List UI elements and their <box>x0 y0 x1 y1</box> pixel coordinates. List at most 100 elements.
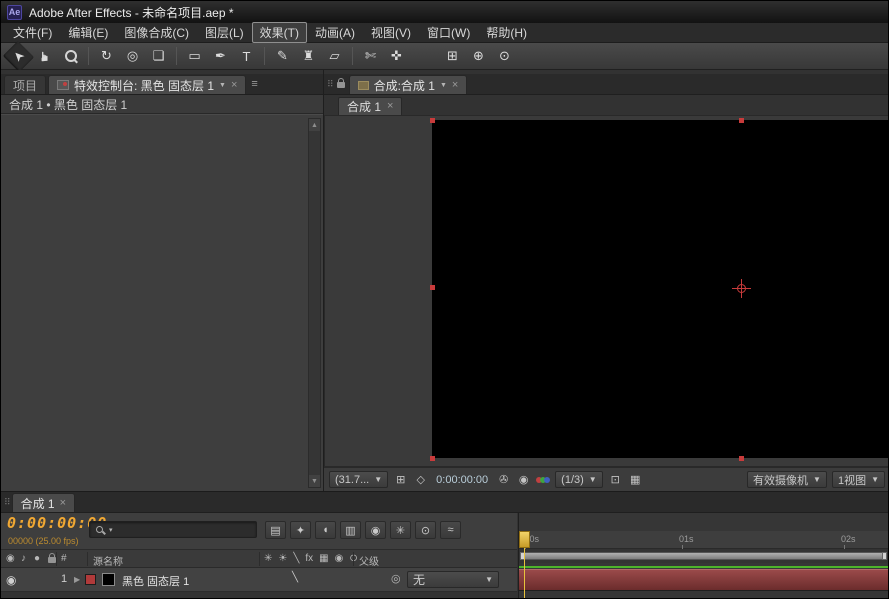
solid-color-swatch[interactable] <box>102 573 115 586</box>
layer-label-color[interactable] <box>85 574 96 585</box>
close-icon[interactable]: × <box>60 498 66 509</box>
pan-behind-tool-icon[interactable]: ❏ <box>147 46 170 67</box>
time-ruler[interactable]: :00s 01s 02s <box>519 531 888 549</box>
layer-handle-bottom-left[interactable] <box>430 456 435 461</box>
scroll-down-icon[interactable]: ▼ <box>309 475 320 487</box>
graph-editor-icon[interactable]: ≈ <box>440 521 461 539</box>
panel-grip-icon[interactable]: ⠿ <box>4 497 10 508</box>
toolbar-separator <box>88 47 89 65</box>
zoom-dropdown[interactable]: (31.7... ▼ <box>329 471 388 488</box>
brainstorm-icon[interactable]: ✳ <box>390 521 411 539</box>
draft-3d-icon[interactable]: ✦ <box>290 521 311 539</box>
brush-tool-icon[interactable]: ✎ <box>271 46 294 67</box>
vertical-scrollbar[interactable]: ▲ ▼ <box>308 118 321 488</box>
pen-tool-icon[interactable]: ✒ <box>209 46 232 67</box>
work-area-end-handle[interactable] <box>882 552 887 560</box>
view-layout-dropdown[interactable]: 1视图 ▼ <box>832 471 885 488</box>
menu-effect[interactable]: 效果(T) <box>252 22 307 43</box>
parent-pickwhip-icon[interactable]: ◎ <box>391 572 401 585</box>
chevron-down-icon: ▼ <box>485 575 493 584</box>
unified-camera-tool-icon[interactable]: ◎ <box>121 46 144 67</box>
axis-mode-world-icon[interactable]: ⊕ <box>467 46 490 67</box>
index-column-header[interactable]: # <box>61 553 67 564</box>
hand-tool-icon[interactable]: ☛ <box>34 45 55 68</box>
axis-mode-view-icon[interactable]: ⊙ <box>493 46 516 67</box>
close-icon[interactable]: × <box>387 101 393 112</box>
column-separator <box>87 552 88 566</box>
close-icon[interactable]: × <box>231 80 237 91</box>
shape-tool-icon[interactable]: ▭ <box>183 46 206 67</box>
transparency-grid-icon[interactable]: ▦ <box>628 473 643 486</box>
snapshot-icon[interactable]: ✇ <box>496 473 511 486</box>
chevron-down-icon[interactable]: ▼ <box>219 82 226 89</box>
composition-viewer[interactable] <box>324 115 889 467</box>
viewer-tab-comp1[interactable]: 合成 1 × <box>338 97 402 115</box>
layer-name[interactable]: 黑色 固态层 1 <box>122 573 189 589</box>
lock-icon[interactable] <box>337 82 345 88</box>
menu-window[interactable]: 窗口(W) <box>419 22 478 43</box>
menu-animation[interactable]: 动画(A) <box>307 22 363 43</box>
menu-help[interactable]: 帮助(H) <box>478 22 535 43</box>
mask-visibility-icon[interactable]: ◇ <box>413 473 428 486</box>
layer-handle-top-left[interactable] <box>430 118 435 123</box>
menu-view[interactable]: 视图(V) <box>363 22 419 43</box>
panel-menu-icon[interactable]: ≡ <box>251 78 257 90</box>
menu-edit[interactable]: 编辑(E) <box>60 22 116 43</box>
layer-quality-switch[interactable]: ╲ <box>292 572 298 583</box>
layer-row[interactable]: ◉ 1 ▶ 黑色 固态层 1 ╲ ◎ 无 ▼ <box>1 568 517 592</box>
roto-brush-tool-icon[interactable]: ✄ <box>359 46 382 67</box>
eraser-tool-icon[interactable]: ▱ <box>323 46 346 67</box>
composition-canvas[interactable] <box>432 120 889 458</box>
menu-layer[interactable]: 图层(L) <box>197 22 252 43</box>
viewer-timecode[interactable]: 0:00:00:00 <box>433 474 491 486</box>
chevron-down-icon[interactable]: ▼ <box>440 82 447 89</box>
panel-grip-icon[interactable]: ⠿ <box>327 79 333 90</box>
frame-blend-icon[interactable]: ▥ <box>340 521 361 539</box>
hide-shy-icon[interactable]: ◖ <box>315 521 336 539</box>
zoom-tool-icon[interactable] <box>59 46 82 67</box>
layer-anchor-point[interactable] <box>735 282 748 295</box>
current-time-indicator[interactable] <box>519 531 530 548</box>
layer-expander-icon[interactable]: ▶ <box>74 575 80 584</box>
rotation-tool-icon[interactable]: ↻ <box>95 46 118 67</box>
region-of-interest-icon[interactable]: ⊡ <box>608 473 623 486</box>
toolbar-separator <box>176 47 177 65</box>
grid-guides-icon[interactable]: ⊞ <box>393 473 408 486</box>
axis-mode-local-icon[interactable]: ⊞ <box>441 46 464 67</box>
motion-blur-icon[interactable]: ◉ <box>365 521 386 539</box>
source-name-column-header[interactable]: 源名称 <box>93 553 123 568</box>
camera-value: 有效摄像机 <box>753 472 808 488</box>
parent-column-header[interactable]: 父级 <box>359 553 379 568</box>
tab-project[interactable]: 项目 <box>4 75 46 94</box>
layer-visibility-toggle[interactable]: ◉ <box>6 573 16 587</box>
layer-handle-bottom-mid[interactable] <box>739 456 744 461</box>
titlebar: Ae Adobe After Effects - 未命名项目.aep * <box>1 1 888 23</box>
menu-composition[interactable]: 图像合成(C) <box>116 22 197 43</box>
auto-keyframe-icon[interactable]: ⊙ <box>415 521 436 539</box>
tab-timeline-comp1[interactable]: 合成 1 × <box>12 493 75 512</box>
parent-dropdown[interactable]: 无 ▼ <box>407 571 499 588</box>
resolution-dropdown[interactable]: (1/3) ▼ <box>555 471 603 488</box>
clone-stamp-tool-icon[interactable]: ♜ <box>297 46 320 67</box>
selection-tool-icon[interactable]: ➤ <box>3 40 34 71</box>
puppet-pin-tool-icon[interactable]: ✜ <box>385 46 408 67</box>
layer-handle-mid-left[interactable] <box>430 285 435 290</box>
layer-handle-top-mid[interactable] <box>739 118 744 123</box>
text-tool-icon[interactable]: T <box>235 46 258 67</box>
chevron-down-icon[interactable]: ▾ <box>109 526 113 534</box>
tab-composition-viewer[interactable]: 合成:合成 1 ▼ × <box>349 75 468 94</box>
channels-icon[interactable] <box>536 477 550 483</box>
close-icon[interactable]: × <box>452 80 458 91</box>
timeline-search[interactable]: ▾ <box>89 521 257 538</box>
parent-value: 无 <box>413 571 425 588</box>
tab-effect-controls[interactable]: 特效控制台: 黑色 固态层 1 ▼ × <box>48 75 246 94</box>
layer-duration-bar[interactable] <box>519 569 888 591</box>
mini-flowchart-icon[interactable]: ▤ <box>265 521 286 539</box>
work-area-bar[interactable] <box>520 552 887 560</box>
search-input[interactable] <box>116 524 252 536</box>
effect-controls-content[interactable]: ▲ ▼ <box>1 114 323 491</box>
menu-file[interactable]: 文件(F) <box>5 22 60 43</box>
scroll-up-icon[interactable]: ▲ <box>309 119 320 131</box>
camera-dropdown[interactable]: 有效摄像机 ▼ <box>747 471 827 488</box>
show-snapshot-icon[interactable]: ◉ <box>516 473 531 486</box>
